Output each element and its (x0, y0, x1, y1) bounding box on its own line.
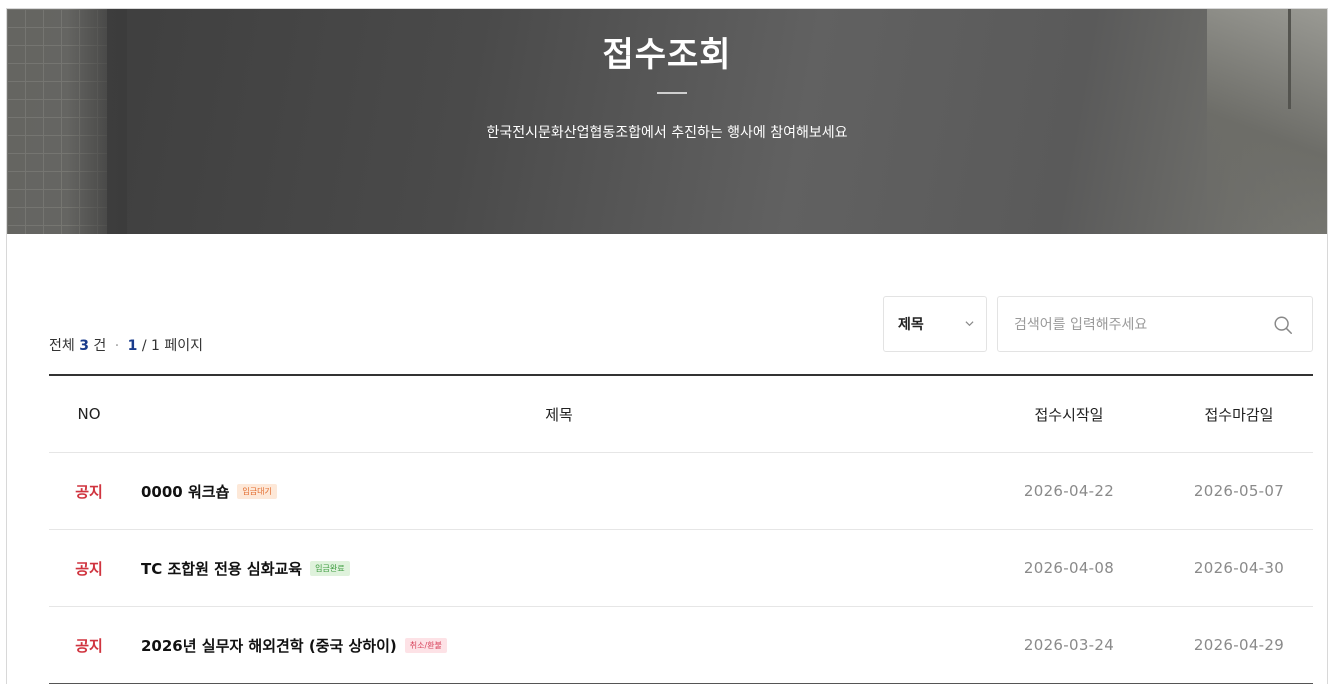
search-field-select[interactable]: 제목 (883, 296, 987, 352)
application-table: NO 제목 접수시작일 접수마감일 공지 0000 워크숍 입금대기 2026-… (49, 374, 1313, 684)
table-row[interactable]: 공지 2026년 실무자 해외견학 (중국 상하이) 취소/환불 2026-03… (49, 607, 1313, 684)
current-page: 1 (127, 338, 138, 354)
search-icon[interactable] (1272, 314, 1294, 336)
search-input[interactable] (1012, 297, 1246, 353)
status-badge: 입금대기 (237, 483, 277, 499)
row-notice-label: 공지 (75, 559, 103, 578)
status-badge: 취소/환불 (404, 637, 447, 653)
table-row[interactable]: 공지 TC 조합원 전용 심화교육 입금완료 2026-04-08 2026-0… (49, 530, 1313, 607)
page-frame: 접수조회 한국전시문화산업협동조합에서 추진하는 행사에 참여해보세요 전체 3… (6, 8, 1328, 684)
page-title: 접수조회 (602, 35, 732, 75)
row-end-date: 2026-05-07 (1193, 482, 1285, 500)
chevron-down-icon (965, 321, 974, 327)
row-start-date: 2026-03-24 (1023, 636, 1115, 654)
row-title: TC 조합원 전용 심화교육 입금완료 (141, 530, 941, 606)
column-start-date: 접수시작일 (1034, 405, 1104, 424)
search-box (997, 296, 1313, 353)
hero-banner: 접수조회 한국전시문화산업협동조합에서 추진하는 행사에 참여해보세요 (7, 9, 1327, 234)
page-subtitle: 한국전시문화산업협동조합에서 추진하는 행사에 참여해보세요 (486, 125, 848, 141)
row-title-link[interactable]: 0000 워크숍 (141, 481, 229, 502)
status-badge: 입금완료 (310, 560, 350, 576)
page-unit: 페이지 (164, 338, 204, 354)
result-summary: 전체 3 건 · 1 / 1 페이지 (49, 335, 203, 355)
row-start-date: 2026-04-08 (1023, 559, 1115, 577)
page-divider: / (141, 338, 147, 354)
total-pages: 1 (151, 338, 160, 354)
table-header: NO 제목 접수시작일 접수마감일 (49, 376, 1313, 453)
column-no: NO (77, 405, 101, 423)
total-label: 전체 (49, 338, 75, 354)
title-divider (657, 92, 687, 94)
row-title-link[interactable]: TC 조합원 전용 심화교육 (141, 558, 302, 579)
total-count: 3 (79, 338, 89, 354)
count-unit: 건 (93, 338, 107, 354)
column-end-date: 접수마감일 (1204, 405, 1274, 424)
row-title-link[interactable]: 2026년 실무자 해외견학 (중국 상하이) (141, 635, 397, 656)
column-title: 제목 (545, 405, 573, 424)
table-row[interactable]: 공지 0000 워크숍 입금대기 2026-04-22 2026-05-07 (49, 453, 1313, 530)
row-title: 0000 워크숍 입금대기 (141, 453, 941, 529)
row-end-date: 2026-04-29 (1193, 636, 1285, 654)
search-field-value: 제목 (898, 317, 924, 333)
summary-separator: · (114, 338, 120, 354)
row-notice-label: 공지 (75, 636, 103, 655)
row-title: 2026년 실무자 해외견학 (중국 상하이) 취소/환불 (141, 607, 941, 683)
row-start-date: 2026-04-22 (1023, 482, 1115, 500)
row-end-date: 2026-04-30 (1193, 559, 1285, 577)
row-notice-label: 공지 (75, 482, 103, 501)
